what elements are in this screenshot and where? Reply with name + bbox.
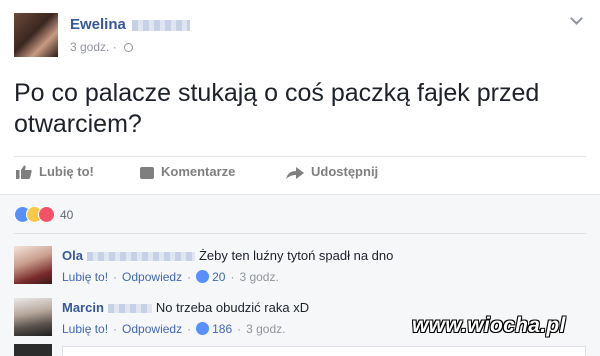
comment-body: Ola Żeby ten luźny tytoń spadł na dno [62, 248, 393, 263]
separator-dot: · [113, 322, 118, 336]
comment-text: Żeby ten luźny tytoń spadł na dno [198, 248, 394, 263]
separator-dot: · [187, 322, 192, 336]
comment-actions: Lubię to! · Odpowiedz · 20 · 3 godz. [62, 270, 279, 284]
reaction-count: 40 [60, 208, 74, 222]
censored-surname [86, 252, 195, 262]
comment-like-link[interactable]: Lubię to! [62, 322, 108, 336]
commenter-name[interactable]: Ola [62, 248, 83, 263]
commenter-avatar[interactable] [14, 298, 52, 336]
comment-like-link[interactable]: Lubię to! [62, 270, 108, 284]
like-label: Lubię to! [39, 164, 94, 179]
facebook-post: Ewelina 3 godz. · Po co palacze stukają … [0, 0, 600, 356]
author-first-name[interactable]: Ewelina [70, 16, 126, 33]
comment-time[interactable]: 3 godz. [239, 270, 278, 284]
author-avatar[interactable] [14, 13, 58, 57]
comment-actions: Lubię to! · Odpowiedz · 186 · 3 godz. [62, 322, 286, 336]
comment-input[interactable] [62, 346, 586, 356]
comment-reply-link[interactable]: Odpowiedz [122, 322, 182, 336]
commenter-avatar[interactable] [14, 344, 52, 356]
post-meta: 3 godz. · [70, 40, 134, 54]
comment-reply-link[interactable]: Odpowiedz [122, 270, 182, 284]
comment-reaction-count[interactable]: 186 [212, 322, 232, 336]
commenter-avatar[interactable] [14, 246, 52, 284]
commenter-name[interactable]: Marcin [62, 300, 104, 315]
comment-reaction-count[interactable]: 20 [212, 270, 225, 284]
share-label: Udostępnij [311, 164, 379, 179]
comment-body: Marcin No trzeba obudzić raka xD [62, 300, 309, 315]
separator-dot: · [113, 270, 118, 284]
comment-button[interactable]: Komentarze [140, 164, 235, 179]
thumbs-up-icon [16, 165, 32, 179]
divider [14, 233, 586, 234]
like-button[interactable]: Lubię to! [16, 164, 94, 179]
post-text: Po co palacze stukają o coś paczką fajek… [14, 79, 540, 138]
like-reaction-icon [196, 270, 210, 283]
comment-text: No trzeba obudzić raka xD [155, 300, 310, 315]
share-arrow-icon [286, 167, 304, 179]
separator-dot: · [187, 270, 192, 284]
censored-surname [131, 19, 190, 31]
like-reaction-icon [196, 322, 210, 335]
comment-label: Komentarze [161, 164, 236, 179]
watermark: www.wiocha.pl [412, 314, 566, 337]
separator-dot: · [112, 40, 121, 54]
comment-icon [140, 167, 154, 179]
post-time[interactable]: 3 godz. [70, 40, 109, 54]
separator-dot: · [237, 322, 242, 336]
share-button[interactable]: Udostępnij [286, 164, 378, 179]
divider [14, 156, 586, 157]
censored-surname [107, 304, 152, 314]
globe-icon [124, 43, 134, 52]
author-name[interactable]: Ewelina [70, 16, 190, 33]
chevron-down-icon[interactable] [570, 12, 583, 25]
love-reaction-icon [38, 206, 55, 223]
comment-time[interactable]: 3 godz. [246, 322, 285, 336]
separator-dot: · [230, 270, 235, 284]
